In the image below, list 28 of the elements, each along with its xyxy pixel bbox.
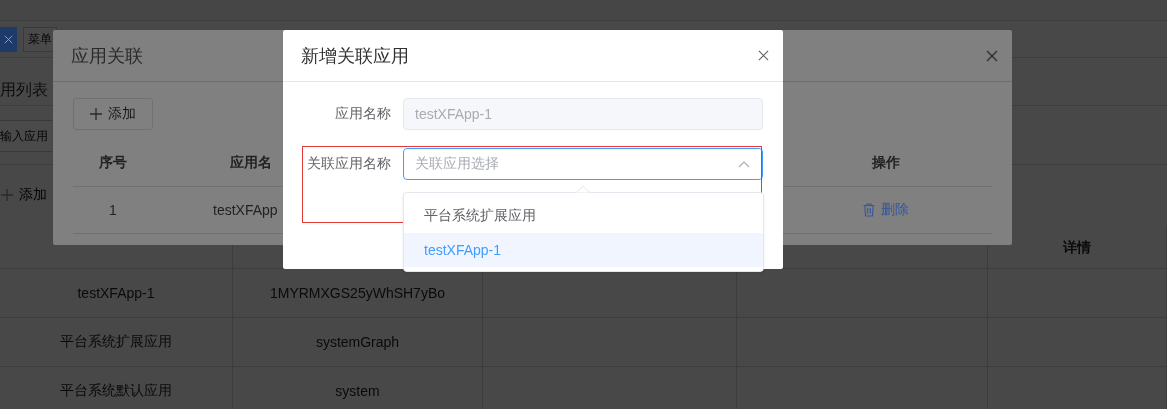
chevron-icon [738,160,750,168]
add-button[interactable]: 添加 [0,179,48,211]
trash-icon [863,203,875,217]
table-cell: testXFApp-1 [0,269,233,318]
table-cell: 1 [73,187,153,234]
plus-icon [90,108,102,120]
dropdown-option[interactable]: 平台系统扩展应用 [404,199,763,233]
close-icon[interactable] [4,35,13,44]
dialog-title: 应用关联 [71,44,143,68]
search-field[interactable]: 输入应用 [0,120,52,152]
column-header: 序号 [73,140,153,187]
close-icon[interactable] [758,50,769,61]
field-label: 关联应用名称 [306,155,391,173]
select-field[interactable]: 关联应用选择 [403,148,763,180]
table-cell: 平台系统扩展应用 [0,318,233,367]
table-cell: system [233,367,483,409]
table-cell: systemGraph [233,318,483,367]
delete-link[interactable]: 删除 [863,201,909,219]
section-title: 用列表 [0,81,48,98]
dialog-title: 新增关联应用 [301,44,409,68]
tab[interactable]: 菜单 [23,27,57,52]
field-label: 应用名称 [334,105,391,123]
add-button[interactable]: 添加 [73,98,153,130]
dropdown-option[interactable]: testXFApp-1 [404,233,763,267]
tab[interactable] [0,27,17,52]
table-cell: 平台系统默认应用 [0,367,233,409]
close-icon[interactable] [986,49,998,62]
plus-icon [1,189,13,201]
